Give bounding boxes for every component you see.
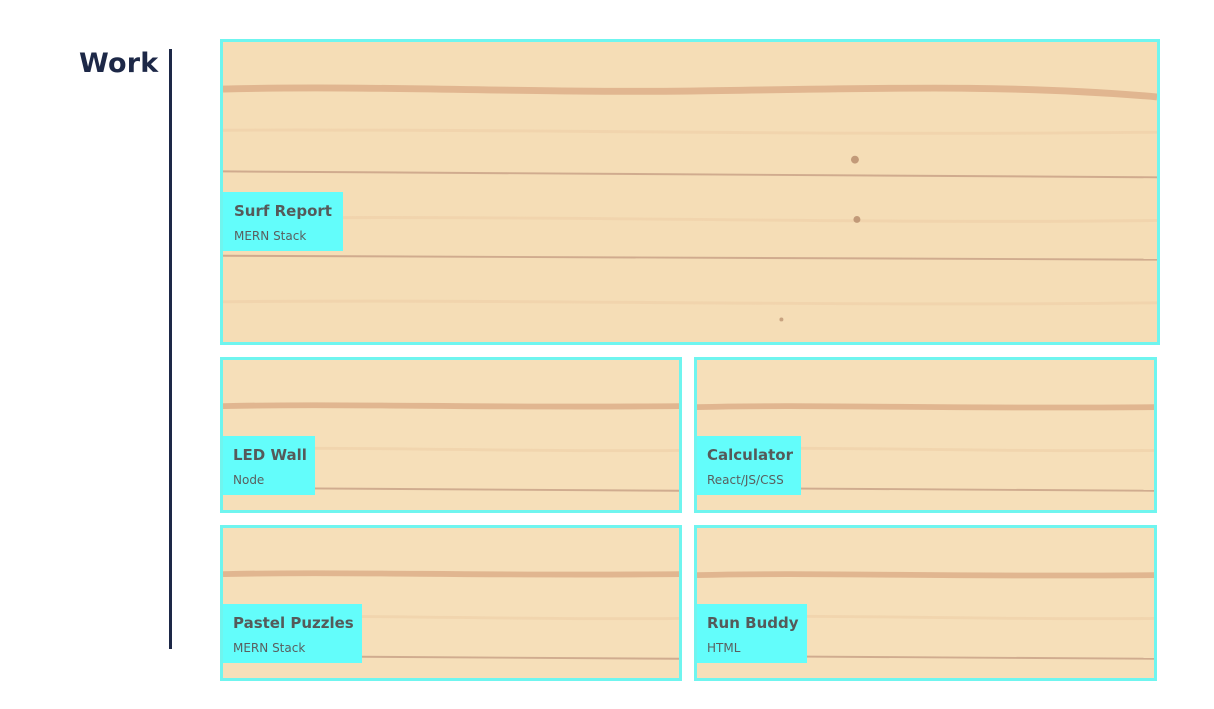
project-label: Run Buddy HTML [697, 604, 807, 663]
vertical-divider [169, 49, 172, 649]
project-card-surf-report[interactable]: Surf Report MERN Stack [220, 39, 1160, 345]
project-tech: Node [233, 473, 265, 487]
project-name: Surf Report [234, 202, 332, 220]
project-card-led-wall[interactable]: LED Wall Node [220, 357, 682, 513]
project-label: Calculator React/JS/CSS [697, 436, 801, 495]
project-name: Pastel Puzzles [233, 614, 354, 632]
project-card-pastel-puzzles[interactable]: Pastel Puzzles MERN Stack [220, 525, 682, 681]
project-tech: HTML [707, 641, 741, 655]
portfolio-work-section: Work Surf Report MERN Stack LED Wall Nod… [0, 0, 1214, 709]
project-label: LED Wall Node [223, 436, 315, 495]
project-name: Calculator [707, 446, 793, 464]
project-name: LED Wall [233, 446, 307, 464]
project-tech: MERN Stack [234, 229, 307, 243]
wood-texture-image [223, 42, 1157, 342]
project-label: Surf Report MERN Stack [223, 192, 343, 251]
section-title: Work [79, 48, 159, 79]
project-label: Pastel Puzzles MERN Stack [223, 604, 362, 663]
project-card-calculator[interactable]: Calculator React/JS/CSS [694, 357, 1157, 513]
project-name: Run Buddy [707, 614, 799, 632]
project-tech: React/JS/CSS [707, 473, 784, 487]
project-tech: MERN Stack [233, 641, 306, 655]
project-card-run-buddy[interactable]: Run Buddy HTML [694, 525, 1157, 681]
